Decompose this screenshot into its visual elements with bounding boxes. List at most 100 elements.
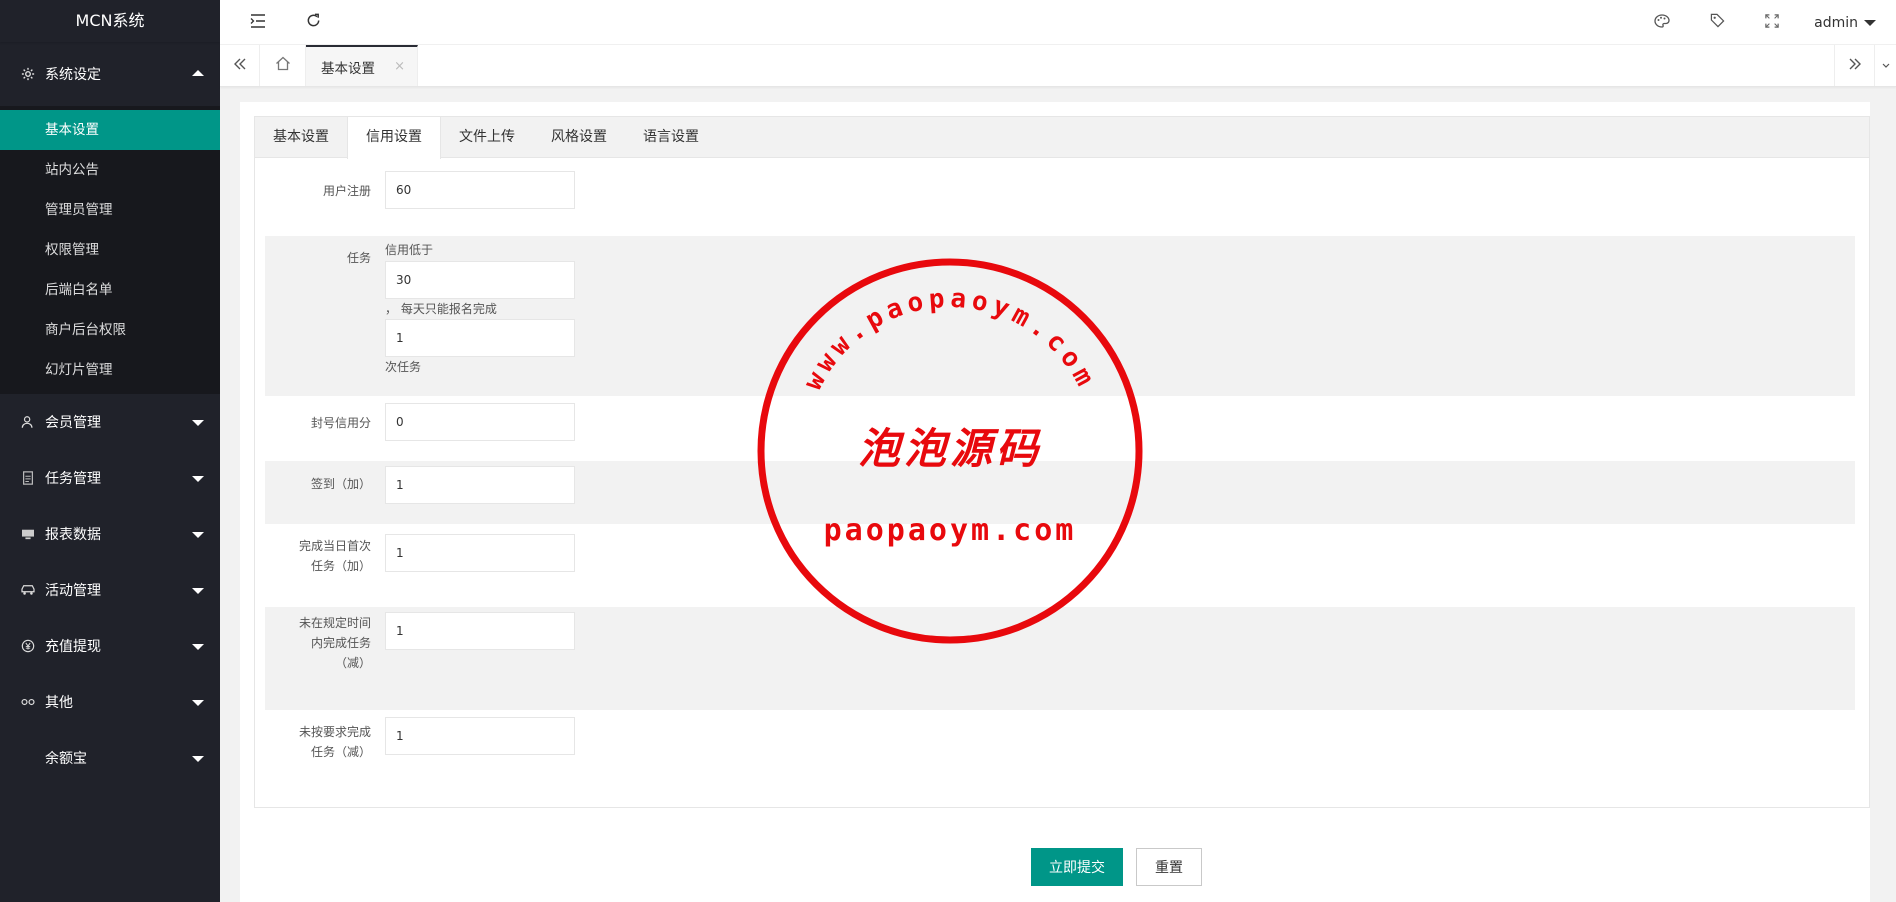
label-line: （减） <box>334 656 371 670</box>
task-note-credit-below: 信用低于 <box>385 243 434 257</box>
ban-score-input[interactable] <box>385 403 575 441</box>
chart-icon <box>20 526 36 542</box>
label-line: 未在规定时间 <box>298 616 371 630</box>
register-input[interactable] <box>385 171 575 209</box>
settings-tabs: 基本设置 信用设置 文件上传 风格设置 语言设置 <box>255 117 1869 159</box>
submit-button[interactable]: 立即提交 <box>1031 848 1123 886</box>
document-icon <box>20 470 36 486</box>
user-icon <box>20 414 36 430</box>
nav-recharge-withdraw[interactable]: 充值提现 <box>0 618 220 674</box>
chevron-down-icon <box>1882 58 1890 73</box>
tab-credit[interactable]: 信用设置 <box>347 117 441 159</box>
fullscreen-button[interactable] <box>1752 0 1792 45</box>
tab-basic[interactable]: 基本设置 <box>255 117 347 158</box>
overdue-input[interactable] <box>385 612 575 650</box>
tab-style[interactable]: 风格设置 <box>533 117 625 158</box>
sidebar-item-merchant-permissions[interactable]: 商户后台权限 <box>0 310 220 350</box>
ban-label: 封号信用分 <box>310 416 371 430</box>
label-line: 任务（减） <box>310 745 371 759</box>
chevron-up-icon <box>192 70 204 76</box>
theme-button[interactable] <box>1642 0 1682 45</box>
page-tabs-bar: 基本设置 × <box>220 45 1896 87</box>
reset-button[interactable]: 重置 <box>1136 848 1202 886</box>
tab-label: 基本设置 <box>321 60 375 77</box>
menu-fold-icon <box>250 13 266 32</box>
row-overdue: 未在规定时间 内完成任务 （减） <box>265 607 1855 710</box>
yen-icon <box>20 638 36 654</box>
main-content: 基本设置 信用设置 文件上传 风格设置 语言设置 用户注册 任务 信用低于 ， … <box>240 102 1870 902</box>
nav-submenu: 基本设置 站内公告 管理员管理 权限管理 后端白名单 商户后台权限 幻灯片管理 <box>0 106 220 394</box>
double-chevron-right-icon <box>1848 58 1862 74</box>
palette-icon <box>1654 13 1670 32</box>
gear-icon <box>20 66 36 82</box>
top-header: admin <box>220 0 1896 45</box>
home-tab[interactable] <box>260 45 306 86</box>
task-daily-count-input[interactable] <box>385 319 575 357</box>
nav-label: 任务管理 <box>45 471 101 487</box>
not-required-input[interactable] <box>385 717 575 755</box>
row-task: 任务 信用低于 ， 每天只能报名完成 次任务 <box>265 236 1855 396</box>
chevron-down-icon <box>192 588 204 594</box>
nav-activity-management[interactable]: 活动管理 <box>0 562 220 618</box>
task-note-daily-limit: ， 每天只能报名完成 <box>385 302 497 316</box>
nav-report-data[interactable]: 报表数据 <box>0 506 220 562</box>
sidebar-item-permissions[interactable]: 权限管理 <box>0 230 220 270</box>
nav-label: 活动管理 <box>45 583 101 599</box>
app-logo: MCN系统 <box>0 0 220 42</box>
signin-label: 签到（加） <box>310 477 371 491</box>
label-line: 完成当日首次 <box>298 539 371 553</box>
nav-yuebao[interactable]: 余额宝 <box>0 730 220 786</box>
nav-label: 会员管理 <box>45 415 101 431</box>
task-label: 任务 <box>346 251 371 265</box>
sidebar-item-slideshow[interactable]: 幻灯片管理 <box>0 350 220 390</box>
signin-input[interactable] <box>385 466 575 504</box>
row-ban: 封号信用分 <box>265 403 1855 449</box>
tabs-menu-button[interactable] <box>1874 45 1896 86</box>
home-icon <box>275 56 291 75</box>
fullscreen-icon <box>1765 13 1779 32</box>
close-icon[interactable]: × <box>394 59 405 74</box>
sidebar-item-basic-settings[interactable]: 基本设置 <box>0 110 220 150</box>
chevron-down-icon <box>192 644 204 650</box>
first-task-input[interactable] <box>385 534 575 572</box>
tabs-scroll-left-button[interactable] <box>220 45 260 86</box>
nav-system-settings[interactable]: 系统设定 <box>0 42 220 106</box>
overdue-label: 未在规定时间 内完成任务 （减） <box>265 613 371 673</box>
row-signin: 签到（加） <box>265 461 1855 524</box>
nav-member-management[interactable]: 会员管理 <box>0 394 220 450</box>
nav-label: 系统设定 <box>45 67 101 83</box>
chevron-down-icon <box>192 476 204 482</box>
nav-label: 充值提现 <box>45 639 101 655</box>
settings-card: 基本设置 信用设置 文件上传 风格设置 语言设置 用户注册 任务 信用低于 ， … <box>254 116 1870 808</box>
row-register: 用户注册 <box>265 171 1855 221</box>
first-task-label: 完成当日首次 任务（加） <box>265 536 371 576</box>
sidebar-toggle-button[interactable] <box>238 0 278 45</box>
link-icon <box>20 694 36 710</box>
nav-group-system: 系统设定 基本设置 站内公告 管理员管理 权限管理 后端白名单 商户后台权限 幻… <box>0 42 220 394</box>
sidebar-item-announcement[interactable]: 站内公告 <box>0 150 220 190</box>
task-note-times: 次任务 <box>385 360 422 374</box>
double-chevron-left-icon <box>233 58 247 74</box>
nav-task-management[interactable]: 任务管理 <box>0 450 220 506</box>
chevron-down-icon <box>192 532 204 538</box>
sidebar-item-admin-management[interactable]: 管理员管理 <box>0 190 220 230</box>
refresh-button[interactable] <box>293 0 333 45</box>
blank-icon <box>20 750 36 766</box>
tab-basic-settings[interactable]: 基本设置 × <box>306 45 418 86</box>
tabs-scroll-right-button[interactable] <box>1834 45 1874 86</box>
tab-file-upload[interactable]: 文件上传 <box>441 117 533 158</box>
refresh-icon <box>306 13 321 32</box>
tag-button[interactable] <box>1697 0 1737 45</box>
sidebar-item-whitelist[interactable]: 后端白名单 <box>0 270 220 310</box>
task-credit-threshold-input[interactable] <box>385 261 575 299</box>
username: admin <box>1814 14 1858 31</box>
register-label: 用户注册 <box>322 184 371 198</box>
nav-other[interactable]: 其他 <box>0 674 220 730</box>
row-not-required: 未按要求完成 任务（减） <box>265 717 1855 777</box>
user-menu[interactable]: admin <box>1814 0 1876 45</box>
chevron-down-icon <box>192 420 204 426</box>
sidebar: MCN系统 系统设定 基本设置 站内公告 管理员管理 权限管理 后端白名单 商户… <box>0 0 220 902</box>
tab-language[interactable]: 语言设置 <box>625 117 717 158</box>
nav-label: 余额宝 <box>45 751 87 767</box>
car-icon <box>20 582 36 598</box>
